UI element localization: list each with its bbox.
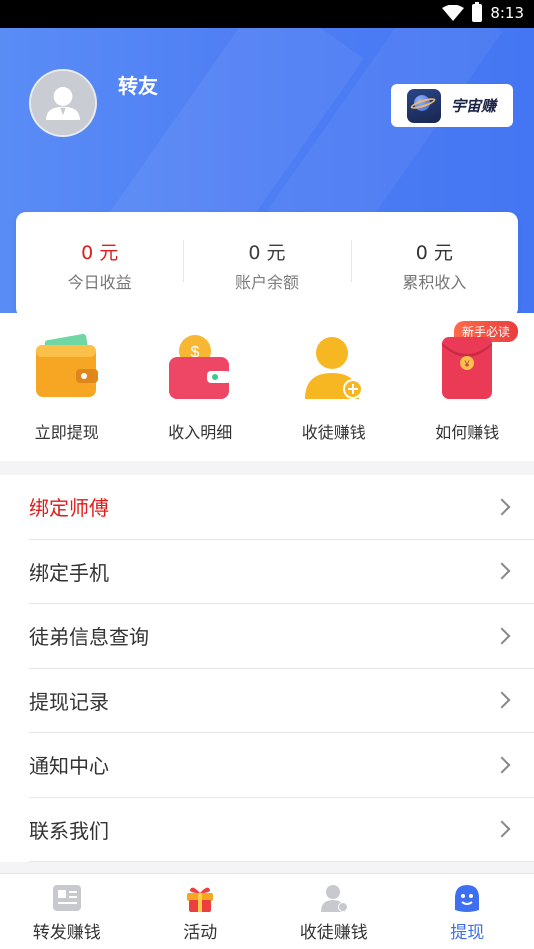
nav-label: 收徒赚钱: [299, 923, 368, 943]
chevron-right-icon: [493, 691, 511, 709]
quick-action-label: 立即提现: [34, 423, 99, 442]
menu-notification-center[interactable]: 通知中心: [29, 733, 534, 798]
menu-label: 提现记录: [29, 689, 109, 714]
stat-value: 0 元: [415, 241, 453, 264]
menu-label: 绑定手机: [29, 560, 109, 585]
menu-bind-master[interactable]: 绑定师傅: [29, 475, 534, 540]
app-badge-button[interactable]: 宇宙赚: [391, 84, 513, 127]
username: 转友: [118, 74, 158, 98]
chevron-right-icon: [493, 562, 511, 580]
menu-label: 通知中心: [29, 754, 109, 779]
menu-withdraw-records[interactable]: 提现记录: [29, 669, 534, 733]
svg-text:¥: ¥: [464, 359, 471, 369]
stat-total-income[interactable]: 0 元 累积收入: [350, 238, 518, 293]
wifi-icon: [442, 5, 465, 21]
red-envelope-icon: ¥: [442, 337, 493, 399]
stat-balance[interactable]: 0 元 账户余额: [183, 238, 350, 293]
nav-withdraw[interactable]: 提现: [401, 874, 534, 949]
stat-label: 今日收益: [67, 272, 132, 292]
wallet-icon: [35, 334, 98, 397]
quick-action-how-to-earn[interactable]: 新手必读 ¥ 如何赚钱: [401, 313, 534, 461]
menu-label: 徒弟信息查询: [29, 625, 149, 650]
quick-action-income-detail[interactable]: $ 收入明细: [134, 313, 268, 461]
quick-action-label: 收徒赚钱: [301, 423, 366, 442]
menu-bind-phone[interactable]: 绑定手机: [29, 540, 534, 604]
nav-label: 提现: [450, 923, 485, 943]
nav-activity[interactable]: 活动: [134, 874, 268, 949]
smile-face-icon: [455, 885, 480, 912]
add-user-icon: [304, 337, 363, 399]
nav-label: 活动: [183, 923, 218, 943]
stat-value: 0 元: [248, 241, 286, 264]
status-time: 8:13: [490, 4, 524, 22]
quick-action-label: 收入明细: [168, 423, 233, 442]
quick-action-label: 如何赚钱: [435, 423, 500, 442]
quick-action-withdraw[interactable]: 立即提现: [0, 313, 134, 461]
menu-label: 绑定师傅: [29, 496, 109, 521]
chevron-right-icon: [493, 820, 511, 838]
gift-icon: [187, 887, 214, 912]
nav-label: 转发赚钱: [32, 923, 101, 943]
nav-share-earn[interactable]: 转发赚钱: [0, 874, 134, 949]
bottom-nav: 转发赚钱 活动 收徒赚钱 提现: [0, 873, 534, 949]
purse-coin-icon: $: [169, 335, 232, 399]
menu-label: 联系我们: [29, 818, 109, 843]
profile-header: 转友 宇宙赚 0 元 今日收益 0 元 账户余额 0 元 累积收入: [0, 28, 534, 313]
app-badge-label: 宇宙赚: [451, 97, 497, 115]
default-avatar-icon: [31, 71, 95, 135]
nav-recruit[interactable]: 收徒赚钱: [267, 874, 401, 949]
user-icon: [320, 885, 348, 912]
quick-actions: 立即提现 $ 收入明细 收徒赚钱 新手必读 ¥ 如何赚钱: [0, 313, 534, 461]
chevron-right-icon: [493, 498, 511, 516]
planet-logo-icon: [407, 88, 441, 123]
avatar[interactable]: [29, 69, 97, 137]
stat-value: 0 元: [81, 241, 119, 264]
battery-icon: [472, 2, 483, 22]
quick-action-recruit[interactable]: 收徒赚钱: [267, 313, 401, 461]
chevron-right-icon: [493, 627, 511, 645]
menu-apprentice-info[interactable]: 徒弟信息查询: [29, 604, 534, 669]
menu-contact-us[interactable]: 联系我们: [29, 798, 534, 862]
news-icon: [52, 885, 81, 911]
status-bar: 8:13: [0, 0, 534, 28]
chevron-right-icon: [493, 756, 511, 774]
settings-menu: 绑定师傅 绑定手机 徒弟信息查询 提现记录 通知中心 联系我们: [0, 475, 534, 862]
earnings-card: 0 元 今日收益 0 元 账户余额 0 元 累积收入: [16, 212, 518, 313]
stat-label: 累积收入: [402, 272, 467, 292]
stat-today-income[interactable]: 0 元 今日收益: [16, 238, 183, 293]
stat-label: 账户余额: [234, 272, 299, 292]
